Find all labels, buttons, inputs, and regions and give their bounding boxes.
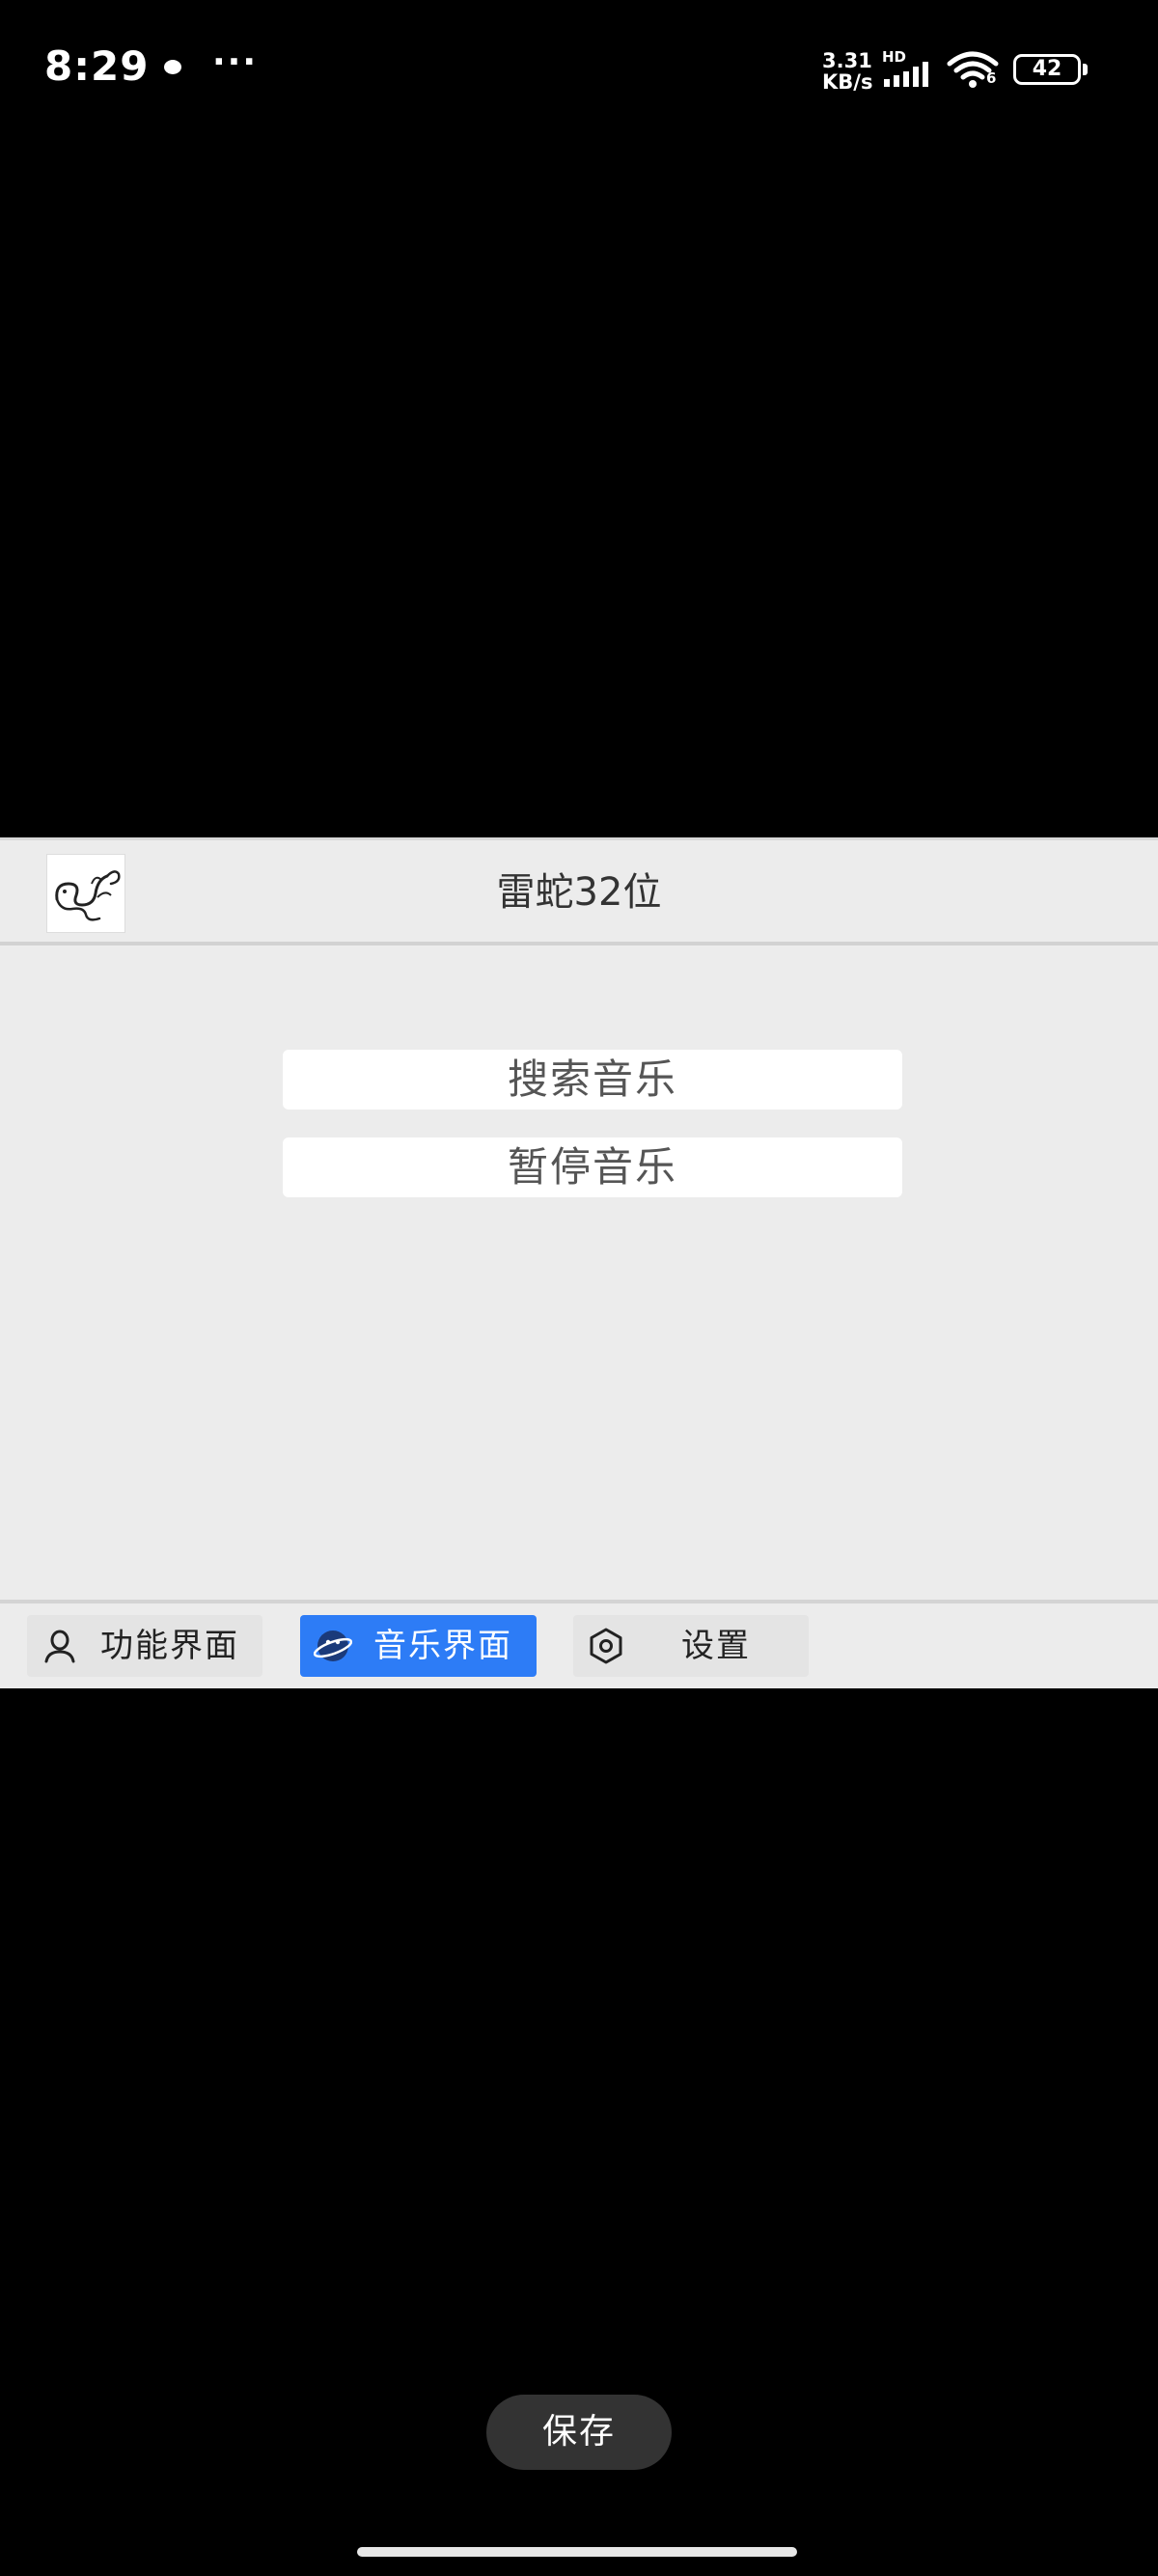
pause-music-button[interactable]: 暂停音乐 [283,1137,902,1197]
home-indicator[interactable] [357,2547,797,2557]
app-window: 雷蛇32位 搜索音乐 暂停音乐 功能界面 音乐界面 设置 [0,837,1158,1688]
snake-logo-icon [46,854,125,933]
tab-music[interactable]: 音乐界面 [300,1615,537,1677]
status-bar: 8:29 ··· 3.31 KB/s HD 6 42 [0,0,1158,145]
status-time: 8:29 [44,42,150,90]
wifi-generation-badge: 6 [986,69,997,87]
app-title: 雷蛇32位 [496,870,662,915]
save-button[interactable]: 保存 [486,2395,672,2470]
music-panel: 搜索音乐 暂停音乐 [0,945,1158,1474]
search-music-button[interactable]: 搜索音乐 [283,1050,902,1110]
planet-face-icon [314,1631,352,1661]
more-notifications-icon: ··· [212,42,259,82]
tab-music-label: 音乐界面 [373,1627,512,1665]
app-header: 雷蛇32位 [0,837,1158,945]
message-bubble-icon [164,60,181,74]
tab-settings[interactable]: 设置 [573,1615,809,1677]
tab-function[interactable]: 功能界面 [27,1615,262,1677]
user-icon [44,1630,75,1663]
network-speed: 3.31 KB/s [822,49,873,94]
cellular-signal-icon [884,62,928,87]
battery-level: 42 [1032,57,1062,81]
hexagon-settings-icon [590,1628,622,1664]
battery-tip [1083,64,1088,75]
tab-settings-label: 设置 [681,1627,751,1665]
tab-function-label: 功能界面 [100,1627,239,1665]
bottom-tab-bar: 功能界面 音乐界面 设置 [0,1600,1158,1688]
